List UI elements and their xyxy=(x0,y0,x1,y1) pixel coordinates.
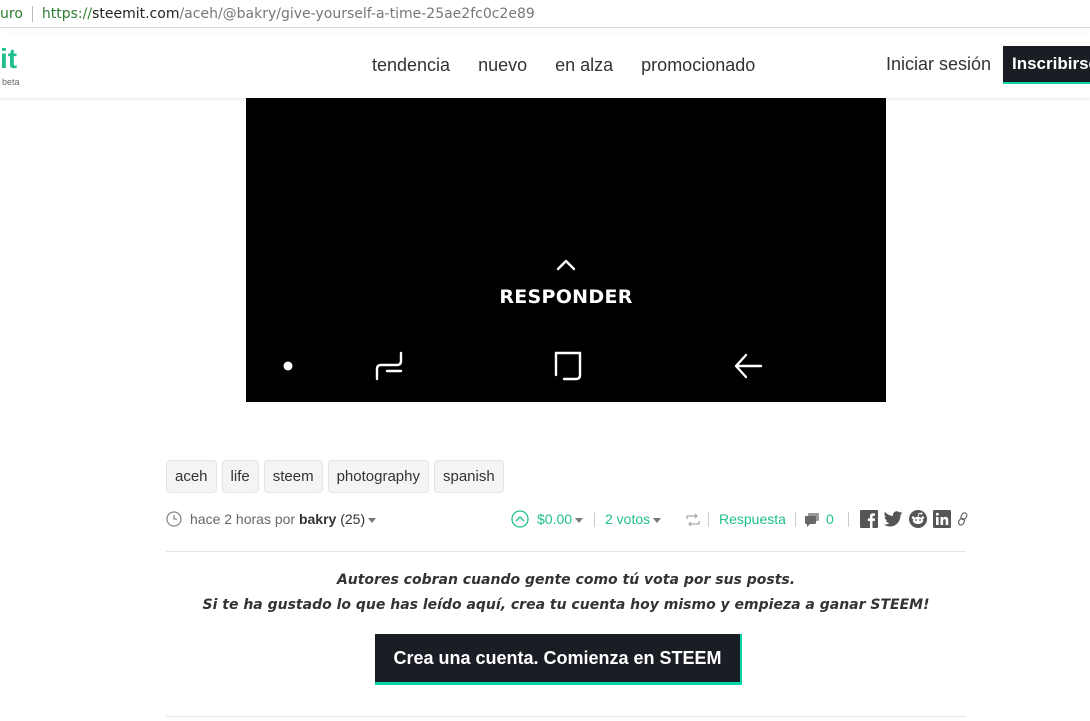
section-divider xyxy=(166,551,966,552)
upvote-icon[interactable] xyxy=(511,510,529,528)
url-protocol: https:// xyxy=(41,5,93,22)
recent-apps-icon xyxy=(375,351,403,381)
steemit-logo[interactable]: it beta xyxy=(0,43,20,88)
meta-divider xyxy=(708,512,709,527)
tag-steem[interactable]: steem xyxy=(263,460,323,493)
post-meta: hace 2 horas por bakry (25) $0.00 2 voto… xyxy=(166,509,968,531)
linkedin-icon[interactable] xyxy=(933,510,951,531)
share-icons xyxy=(860,510,975,531)
respond-label: RESPONDER xyxy=(499,286,633,308)
tag-spanish[interactable]: spanish xyxy=(433,460,504,493)
facebook-icon[interactable] xyxy=(860,510,878,531)
nav-hot[interactable]: en alza xyxy=(555,55,613,76)
main-nav: tendencia nuevo en alza promocionado xyxy=(358,33,769,98)
votes-count[interactable]: 2 votos xyxy=(605,511,662,527)
comments-icon[interactable] xyxy=(804,512,820,527)
section-divider xyxy=(166,716,966,717)
promo-line-1: Autores cobran cuando gente como tú vota… xyxy=(336,572,796,588)
url-path: /aceh/@bakry/give-yourself-a-time-25ae2f… xyxy=(179,5,535,22)
url-host: steemit.com xyxy=(92,5,180,22)
login-link[interactable]: Iniciar sesión xyxy=(886,54,991,75)
payout-amount: $0.00 xyxy=(537,511,573,527)
dot-icon xyxy=(283,361,293,371)
browser-url-bar[interactable]: uro https:// steemit.com /aceh/@bakry/gi… xyxy=(0,0,1090,28)
meta-divider xyxy=(848,512,849,527)
comment-count[interactable]: 0 xyxy=(826,511,834,527)
twitter-icon[interactable] xyxy=(884,511,903,530)
chevron-up-icon xyxy=(556,259,576,271)
tag-aceh[interactable]: aceh xyxy=(166,460,217,493)
author-dropdown-caret[interactable] xyxy=(368,517,377,523)
post-image: RESPONDER xyxy=(246,98,886,402)
nav-new[interactable]: nuevo xyxy=(478,55,527,76)
author-link[interactable]: bakry xyxy=(299,511,336,527)
author-reputation: (25) xyxy=(336,511,366,527)
time-text: hace 2 horas por xyxy=(190,511,299,527)
signup-button[interactable]: Inscribirse xyxy=(1003,46,1090,84)
link-icon[interactable] xyxy=(957,512,969,529)
meta-divider xyxy=(795,512,796,527)
meta-divider xyxy=(594,512,595,527)
clock-icon xyxy=(166,511,182,527)
reddit-icon[interactable] xyxy=(909,510,927,531)
security-label: uro xyxy=(0,5,23,22)
nav-trending[interactable]: tendencia xyxy=(372,55,450,76)
tag-list: aceh life steem photography spanish xyxy=(166,460,509,493)
site-header: it beta tendencia nuevo en alza promocio… xyxy=(0,33,1090,98)
votes-label: 2 votos xyxy=(605,511,651,527)
reply-link[interactable]: Respuesta xyxy=(719,511,786,527)
votes-caret xyxy=(653,517,662,523)
logo-text: it xyxy=(0,43,18,74)
payout-value[interactable]: $0.00 xyxy=(537,511,584,527)
post-time: hace 2 horas por bakry (25) xyxy=(190,511,377,527)
payout-caret xyxy=(575,517,584,523)
resteem-icon[interactable] xyxy=(685,513,701,527)
back-arrow-icon xyxy=(734,353,763,379)
home-square-icon xyxy=(554,351,582,381)
logo-beta: beta xyxy=(2,77,20,87)
tag-life[interactable]: life xyxy=(221,460,259,493)
url-separator xyxy=(31,5,33,22)
create-account-button[interactable]: Crea una cuenta. Comienza en STEEM xyxy=(375,634,742,685)
promo-line-2: Si te ha gustado lo que has leído aquí, … xyxy=(202,597,930,613)
tag-photography[interactable]: photography xyxy=(327,460,429,493)
nav-promoted[interactable]: promocionado xyxy=(641,55,755,76)
